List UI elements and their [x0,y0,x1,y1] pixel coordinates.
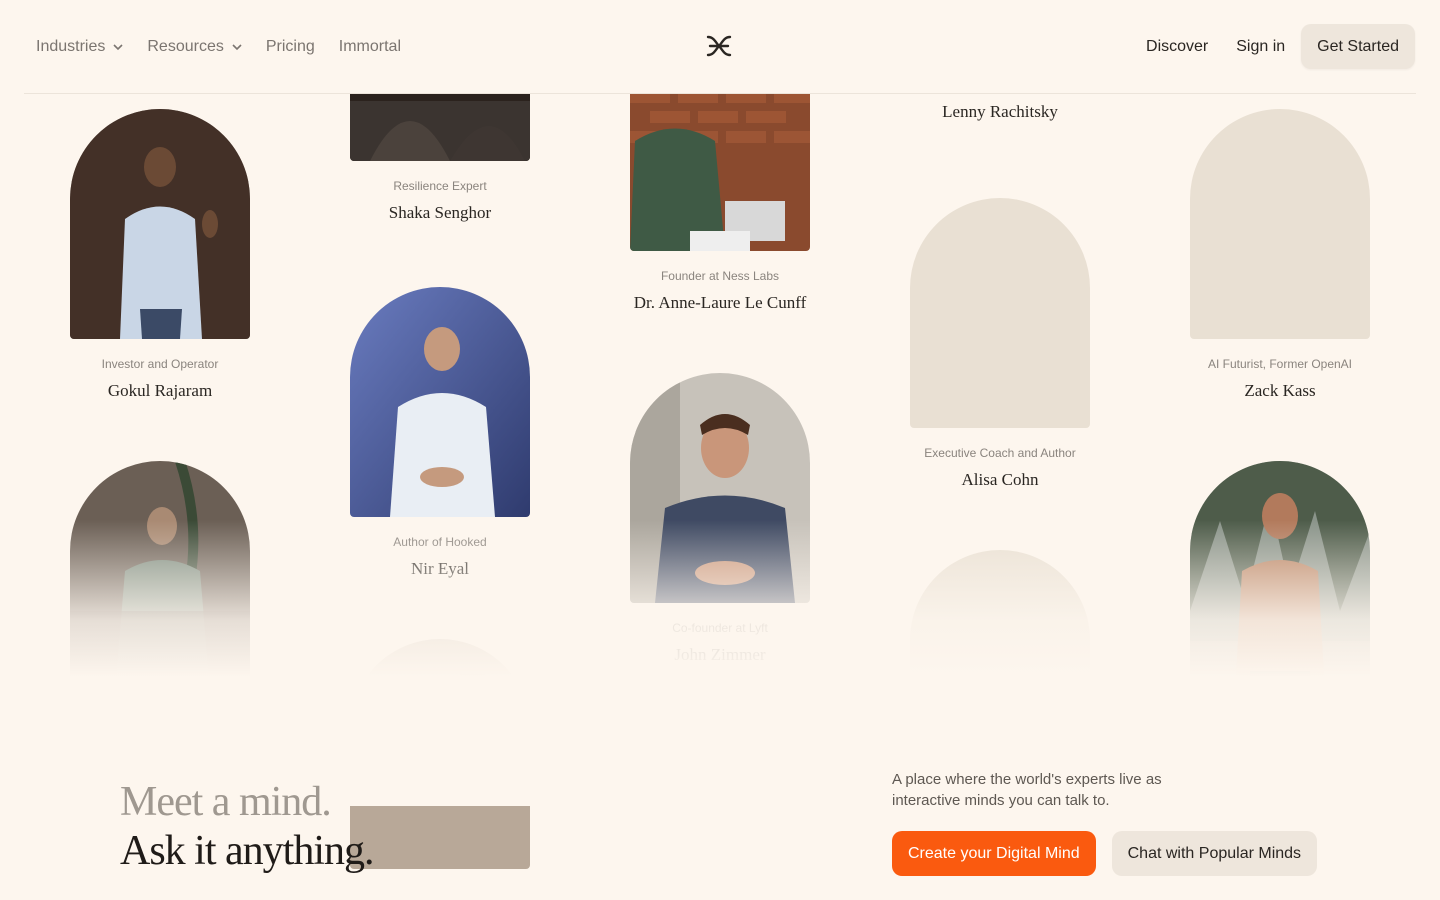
portrait-anne-laure-photo [630,94,810,251]
mind-name: Gary Brecka [1236,733,1324,752]
portrait-nir-photo [350,287,530,517]
nav-divider [24,93,1416,94]
avatar [910,550,1090,780]
chat-popular-minds-button[interactable]: Chat with Popular Minds [1111,831,1318,876]
mind-role: Author of Hooked [393,535,487,549]
avatar [350,639,530,869]
mind-role: Investor and Operator [101,357,219,371]
sign-in-link[interactable]: Sign in [1222,25,1299,69]
avatar [350,94,530,161]
nav-right-actions: Discover Sign in Get Started [1132,24,1415,69]
mind-card-nir[interactable]: Author of Hooked Nir Eyal [350,287,530,579]
mind-role: Executive Coach and Author [924,446,1076,460]
mind-name: Lenny Rachitsky [942,102,1058,121]
mind-role: Resilience Expert [393,179,487,193]
portrait-room-photo [350,639,530,869]
hero-heading: Meet a mind. Ask it anything. [120,778,374,876]
top-nav: Industries Resources Pricing Immortal Di… [0,0,1440,94]
hero-line-1: Meet a mind. [120,779,332,825]
nav-immortal-label: Immortal [338,38,401,55]
mind-card-anne-laure[interactable]: Founder at Ness Labs Dr. Anne-Laure Le C… [630,94,810,313]
portrait-john-photo [630,373,810,603]
portrait-gokul-photo [70,109,250,339]
nav-industries-label: Industries [36,38,106,55]
discover-link[interactable]: Discover [1132,25,1222,69]
portrait-khosla-photo [70,461,250,691]
portrait-shaka-photo [350,94,530,161]
mind-name: John Zimmer [674,645,766,664]
mind-card-placeholder[interactable] [910,550,1090,780]
mind-role: Biohacker [1253,709,1307,723]
mind-name: Dr. Anne-Laure Le Cunff [633,293,807,312]
nav-pricing[interactable]: Pricing [266,38,315,56]
avatar [630,373,810,603]
nav-resources-label: Resources [147,38,224,55]
avatar [350,287,530,517]
avatar [1190,109,1370,339]
nav-industries[interactable]: Industries [36,38,123,56]
hero-intro: A place where the world's experts live a… [892,771,1162,809]
mind-card-lenny[interactable]: Creator of Lenny's Newsletter Lenny Rach… [910,94,1090,122]
mind-role: Founder at Ness Labs [660,269,780,283]
mind-card-shaka[interactable]: Resilience Expert Shaka Senghor [350,94,530,223]
mind-card-hidden[interactable] [350,639,530,869]
mind-name: Alisa Cohn [961,470,1039,489]
mind-card-gokul[interactable]: Investor and Operator Gokul Rajaram [70,109,250,401]
mind-card-khosla[interactable]: Managing Director at Khosla Ventures [70,461,250,737]
chevron-down-icon [232,44,242,51]
avatar [70,109,250,339]
mind-role: Managing Director at Khosla Ventures [84,709,236,737]
mind-role: Co-founder at Lyft [672,621,768,635]
nav-left-menu: Industries Resources Pricing Immortal [36,0,401,94]
nav-resources[interactable]: Resources [147,38,242,56]
get-started-button[interactable]: Get Started [1301,24,1415,69]
mind-card-john[interactable]: Co-founder at Lyft John Zimmer [630,373,810,665]
hero-cta-group: Create your Digital Mind Chat with Popul… [892,831,1318,876]
mind-name: Zack Kass [1244,381,1316,400]
mind-role: AI Futurist, Former OpenAI [1207,357,1353,371]
avatar [630,94,810,251]
avatar [910,198,1090,428]
mind-card-gary[interactable]: Biohacker Gary Brecka [1190,461,1370,753]
delphi-logo-icon[interactable] [706,34,732,58]
avatar [1190,461,1370,691]
mind-name: Gokul Rajaram [107,381,213,400]
avatar [70,461,250,691]
hero-line-2: Ask it anything. [120,828,374,874]
nav-pricing-label: Pricing [265,38,315,55]
mind-name: Nir Eyal [410,559,470,578]
chevron-down-icon [113,44,123,51]
portrait-gary-photo [1190,461,1370,691]
mind-card-zack[interactable]: AI Futurist, Former OpenAI Zack Kass [1190,109,1370,401]
mind-card-alisa[interactable]: Executive Coach and Author Alisa Cohn [910,198,1090,490]
create-digital-mind-button[interactable]: Create your Digital Mind [892,831,1096,876]
nav-immortal[interactable]: Immortal [339,38,401,56]
mind-name: Shaka Senghor [388,203,492,222]
